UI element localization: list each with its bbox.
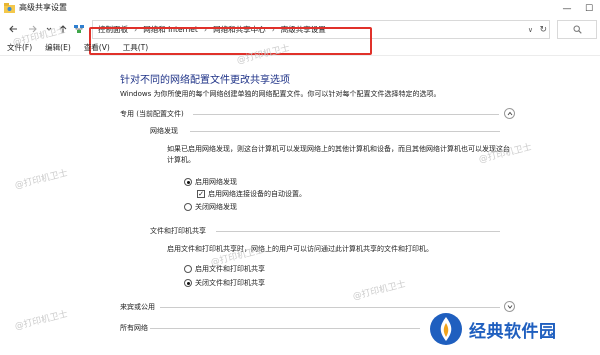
option-label: 启用文件和打印机共享 <box>195 265 265 273</box>
watermark-text: @打印机卫士 <box>351 279 407 303</box>
page-description: Windows 为你所使用的每个网络创建单独的网络配置文件。你可以针对每个配置文… <box>120 90 441 98</box>
back-arrow-icon <box>9 25 17 33</box>
title-bar: 高级共享设置 — ☐ <box>0 0 600 17</box>
radio-unselected[interactable] <box>184 203 192 211</box>
subsection-divider <box>216 231 500 232</box>
network-folder-icon <box>4 3 15 13</box>
breadcrumb-separator: › <box>134 25 138 34</box>
window-title: 高级共享设置 <box>19 3 67 12</box>
menu-bar: 文件(F) 编辑(E) 查看(V) 工具(T) <box>0 41 600 54</box>
subsection-divider <box>190 131 500 132</box>
section-divider <box>193 114 499 115</box>
network-discovery-description: 如果已启用网络发现，则这台计算机可以发现网络上的其他计算机和设备，而且其他网络计… <box>167 145 510 164</box>
brand-name: 经典软件园 <box>469 321 557 342</box>
chevron-up-icon <box>507 111 512 116</box>
breadcrumb-network-sharing-center[interactable]: 网络和共享中心 <box>213 24 266 35</box>
radio-discovery-on[interactable]: 启用网络发现 <box>184 177 237 187</box>
page-title: 针对不同的网络配置文件更改共享选项 <box>120 75 290 86</box>
brand-logo: 经典软件园 <box>429 309 599 349</box>
option-label: 启用网络连接设备的自动设置。 <box>208 190 306 198</box>
radio-discovery-off[interactable]: 关闭网络发现 <box>184 202 237 212</box>
network-location-icon <box>72 20 86 38</box>
watermark-text: @打印机卫士 <box>13 168 69 192</box>
search-icon <box>573 25 582 34</box>
option-label: 关闭文件和打印机共享 <box>195 279 265 287</box>
option-label: 关闭网络发现 <box>195 203 237 211</box>
brand-logo-icon <box>430 313 462 345</box>
radio-selected[interactable] <box>184 178 192 186</box>
checkbox-auto-setup[interactable]: ✓ 启用网络连接设备的自动设置。 <box>197 189 306 199</box>
collapse-private-button[interactable] <box>504 108 515 119</box>
watermark-text: @打印机卫士 <box>13 309 69 333</box>
maximize-button[interactable]: ☐ <box>578 0 600 17</box>
menu-view[interactable]: 查看(V) <box>84 42 110 53</box>
radio-selected[interactable] <box>184 279 192 287</box>
breadcrumb-advanced-sharing[interactable]: 高级共享设置 <box>281 24 326 35</box>
address-field[interactable]: 控制面板 › 网络和 Internet › 网络和共享中心 › 高级共享设置 ∨… <box>92 20 550 39</box>
search-box[interactable] <box>557 20 597 39</box>
breadcrumb-control-panel[interactable]: 控制面板 <box>98 24 128 35</box>
subsection-file-printer-sharing: 文件和打印机共享 <box>150 227 206 235</box>
minimize-button[interactable]: — <box>556 0 578 17</box>
section-divider <box>160 307 500 308</box>
section-label-all: 所有网络 <box>120 324 148 332</box>
menu-tools[interactable]: 工具(T) <box>123 42 148 53</box>
address-bar-row: 控制面板 › 网络和 Internet › 网络和共享中心 › 高级共享设置 ∨… <box>0 17 600 55</box>
breadcrumb-separator: › <box>203 25 208 34</box>
radio-unselected[interactable] <box>184 265 192 273</box>
radio-sharing-on[interactable]: 启用文件和打印机共享 <box>184 264 265 274</box>
subsection-network-discovery: 网络发现 <box>150 127 178 135</box>
option-label: 启用网络发现 <box>195 178 237 186</box>
breadcrumb-separator: › <box>271 25 275 34</box>
breadcrumb-network-internet[interactable]: 网络和 Internet <box>143 24 198 35</box>
checkbox-checked[interactable]: ✓ <box>197 190 205 198</box>
section-label-private: 专用 (当前配置文件) <box>120 110 184 118</box>
radio-sharing-off[interactable]: 关闭文件和打印机共享 <box>184 278 265 288</box>
section-divider <box>150 328 420 329</box>
refresh-icon[interactable]: ↻ <box>539 21 547 38</box>
section-label-guest: 来宾或公用 <box>120 303 155 311</box>
address-dropdown-icon[interactable]: ∨ <box>528 21 533 38</box>
menu-edit[interactable]: 编辑(E) <box>45 42 71 53</box>
